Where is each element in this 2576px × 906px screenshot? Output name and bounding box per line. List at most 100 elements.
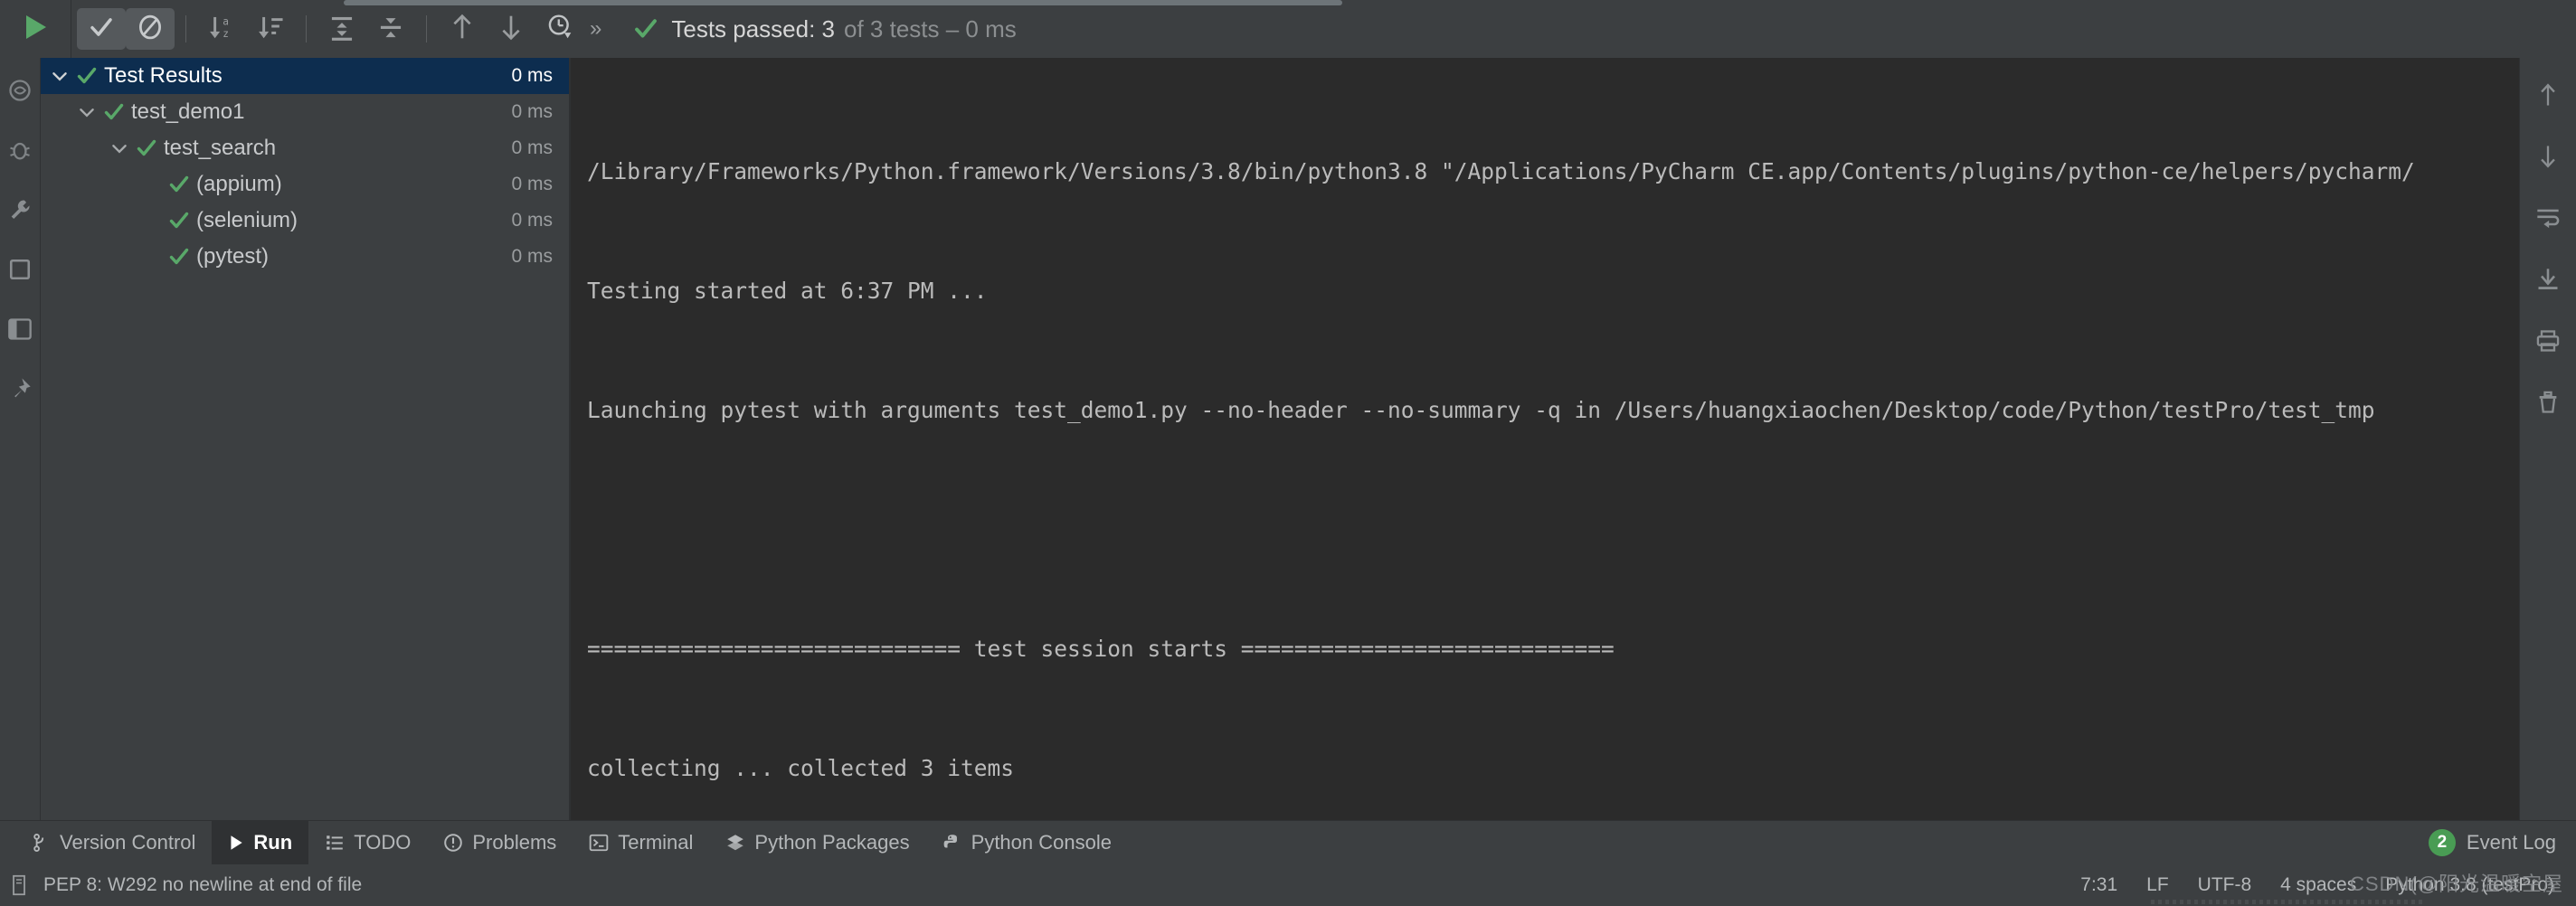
tree-row-label: test_demo1 bbox=[131, 99, 245, 124]
rail-stop-icon[interactable] bbox=[2, 250, 38, 289]
tool-tabs-spacer bbox=[1128, 821, 2429, 864]
tab-label: Problems bbox=[472, 831, 557, 854]
test-runner-toolbar: a z » Tests passed: 3 of 3 tests – 0 ms bbox=[0, 0, 2576, 58]
tree-row[interactable]: (pytest) 0 ms bbox=[41, 239, 569, 275]
toolbar-overflow-button[interactable]: » bbox=[590, 16, 601, 42]
tree-row[interactable]: (selenium) 0 ms bbox=[41, 203, 569, 239]
tree-row-duration: 0 ms bbox=[511, 101, 553, 122]
tree-row[interactable]: Test Results 0 ms bbox=[41, 58, 569, 94]
tree-row[interactable]: (appium) 0 ms bbox=[41, 166, 569, 203]
tree-row-duration: 0 ms bbox=[511, 174, 553, 194]
main-content: Test Results 0 ms test_demo1 0 ms test_s… bbox=[0, 58, 2576, 820]
clear-all-button[interactable] bbox=[2526, 380, 2570, 425]
list-icon bbox=[325, 834, 345, 852]
event-log-label: Event Log bbox=[2466, 831, 2556, 854]
console-line: Launching pytest with arguments test_dem… bbox=[587, 397, 2375, 423]
tab-problems[interactable]: Problems bbox=[427, 821, 573, 864]
tree-row[interactable]: test_demo1 0 ms bbox=[41, 94, 569, 130]
checkmark-icon bbox=[88, 14, 115, 45]
green-check-icon bbox=[633, 16, 658, 42]
test-passed-icon bbox=[166, 210, 193, 231]
collapse-all-button[interactable] bbox=[366, 8, 415, 50]
print-button[interactable] bbox=[2526, 318, 2570, 363]
show-ignored-tests-toggle[interactable] bbox=[126, 8, 175, 50]
rail-debug-icon[interactable] bbox=[2, 130, 38, 170]
caret-position[interactable]: 7:31 bbox=[2066, 874, 2132, 896]
resize-grip[interactable] bbox=[2151, 900, 2422, 904]
tests-passed-count: Tests passed: 3 bbox=[671, 14, 836, 42]
horizontal-scroll-thumb[interactable] bbox=[344, 0, 1342, 5]
svg-text:z: z bbox=[223, 28, 229, 40]
console-line: Testing started at 6:37 PM ... bbox=[587, 278, 988, 304]
tab-label: Version Control bbox=[60, 831, 196, 854]
tree-row-duration: 0 ms bbox=[511, 65, 553, 86]
console-line: /Library/Frameworks/Python.framework/Ver… bbox=[587, 158, 2415, 184]
file-encoding[interactable]: UTF-8 bbox=[2183, 874, 2267, 896]
sort-duration-icon bbox=[256, 13, 285, 46]
event-log-button[interactable]: 2 Event Log bbox=[2428, 821, 2576, 864]
scroll-to-end-button[interactable] bbox=[2526, 257, 2570, 302]
rail-pin-icon[interactable] bbox=[2, 369, 38, 409]
terminal-icon bbox=[589, 834, 609, 852]
tab-todo[interactable]: TODO bbox=[308, 821, 427, 864]
play-icon bbox=[228, 834, 244, 852]
expand-all-button[interactable] bbox=[317, 8, 366, 50]
tree-row-label: (pytest) bbox=[196, 244, 270, 269]
test-history-button[interactable] bbox=[535, 8, 584, 50]
test-passed-icon bbox=[166, 246, 193, 268]
test-status-summary: Tests passed: 3 of 3 tests – 0 ms bbox=[633, 14, 1017, 43]
branch-icon bbox=[31, 833, 51, 853]
chevron-down-icon[interactable] bbox=[106, 138, 133, 158]
arrow-up-icon bbox=[449, 13, 476, 46]
test-results-tree[interactable]: Test Results 0 ms test_demo1 0 ms test_s… bbox=[41, 58, 569, 820]
expand-all-icon bbox=[327, 13, 356, 46]
tree-row-duration: 0 ms bbox=[511, 210, 553, 231]
tree-row[interactable]: test_search 0 ms bbox=[41, 130, 569, 166]
line-separator[interactable]: LF bbox=[2132, 874, 2183, 896]
tree-row-label: (selenium) bbox=[196, 208, 298, 232]
tab-version-control[interactable]: Version Control bbox=[14, 821, 212, 864]
rail-settings-icon[interactable] bbox=[2, 190, 38, 230]
inspection-doc-icon[interactable] bbox=[7, 874, 31, 896]
tree-row-label: test_search bbox=[164, 136, 277, 160]
inspection-message: PEP 8: W292 no newline at end of file bbox=[43, 874, 363, 895]
circle-slash-icon bbox=[137, 14, 164, 45]
tab-terminal[interactable]: Terminal bbox=[573, 821, 709, 864]
sort-alphabetically-button[interactable]: a z bbox=[197, 8, 246, 50]
toolbar-divider bbox=[426, 15, 427, 42]
chevron-down-icon[interactable] bbox=[46, 66, 73, 86]
console-action-gutter bbox=[2519, 58, 2576, 820]
rerun-tests-button[interactable] bbox=[0, 0, 71, 58]
tests-total-duration: of 3 tests – 0 ms bbox=[844, 14, 1017, 42]
show-passed-tests-toggle[interactable] bbox=[77, 8, 126, 50]
status-bar: PEP 8: W292 no newline at end of file 7:… bbox=[0, 864, 2576, 906]
watermark-text: CSDN(@阳光温暖空屋 bbox=[2350, 873, 2563, 895]
tree-row-duration: 0 ms bbox=[511, 137, 553, 158]
tab-python-console[interactable]: Python Console bbox=[926, 821, 1128, 864]
sort-by-duration-button[interactable] bbox=[246, 8, 295, 50]
tab-label: Python Packages bbox=[754, 831, 910, 854]
chevron-down-icon[interactable] bbox=[73, 102, 100, 122]
warning-circle-icon bbox=[443, 833, 463, 853]
tab-label: Terminal bbox=[618, 831, 694, 854]
event-log-badge: 2 bbox=[2428, 829, 2456, 856]
soft-wrap-button[interactable] bbox=[2526, 195, 2570, 241]
next-failed-test-button[interactable] bbox=[487, 8, 535, 50]
test-output-console[interactable]: /Library/Frameworks/Python.framework/Ver… bbox=[571, 58, 2519, 820]
test-passed-icon bbox=[166, 174, 193, 195]
rail-structure-icon[interactable] bbox=[2, 71, 38, 110]
test-passed-icon bbox=[133, 137, 160, 159]
scroll-up-button[interactable] bbox=[2526, 72, 2570, 118]
tab-run[interactable]: Run bbox=[212, 821, 309, 864]
tree-row-label: Test Results bbox=[104, 63, 223, 88]
tool-window-tabs: Version Control Run TODO Problems Termin bbox=[0, 820, 2576, 864]
packages-icon bbox=[725, 833, 745, 853]
tab-python-packages[interactable]: Python Packages bbox=[709, 821, 925, 864]
toolbar-divider bbox=[306, 15, 307, 42]
run-play-icon bbox=[22, 13, 49, 46]
rail-layout-icon[interactable] bbox=[2, 309, 38, 349]
python-icon bbox=[942, 833, 962, 853]
previous-failed-test-button[interactable] bbox=[438, 8, 487, 50]
collapse-all-icon bbox=[376, 13, 405, 46]
scroll-down-button[interactable] bbox=[2526, 134, 2570, 179]
